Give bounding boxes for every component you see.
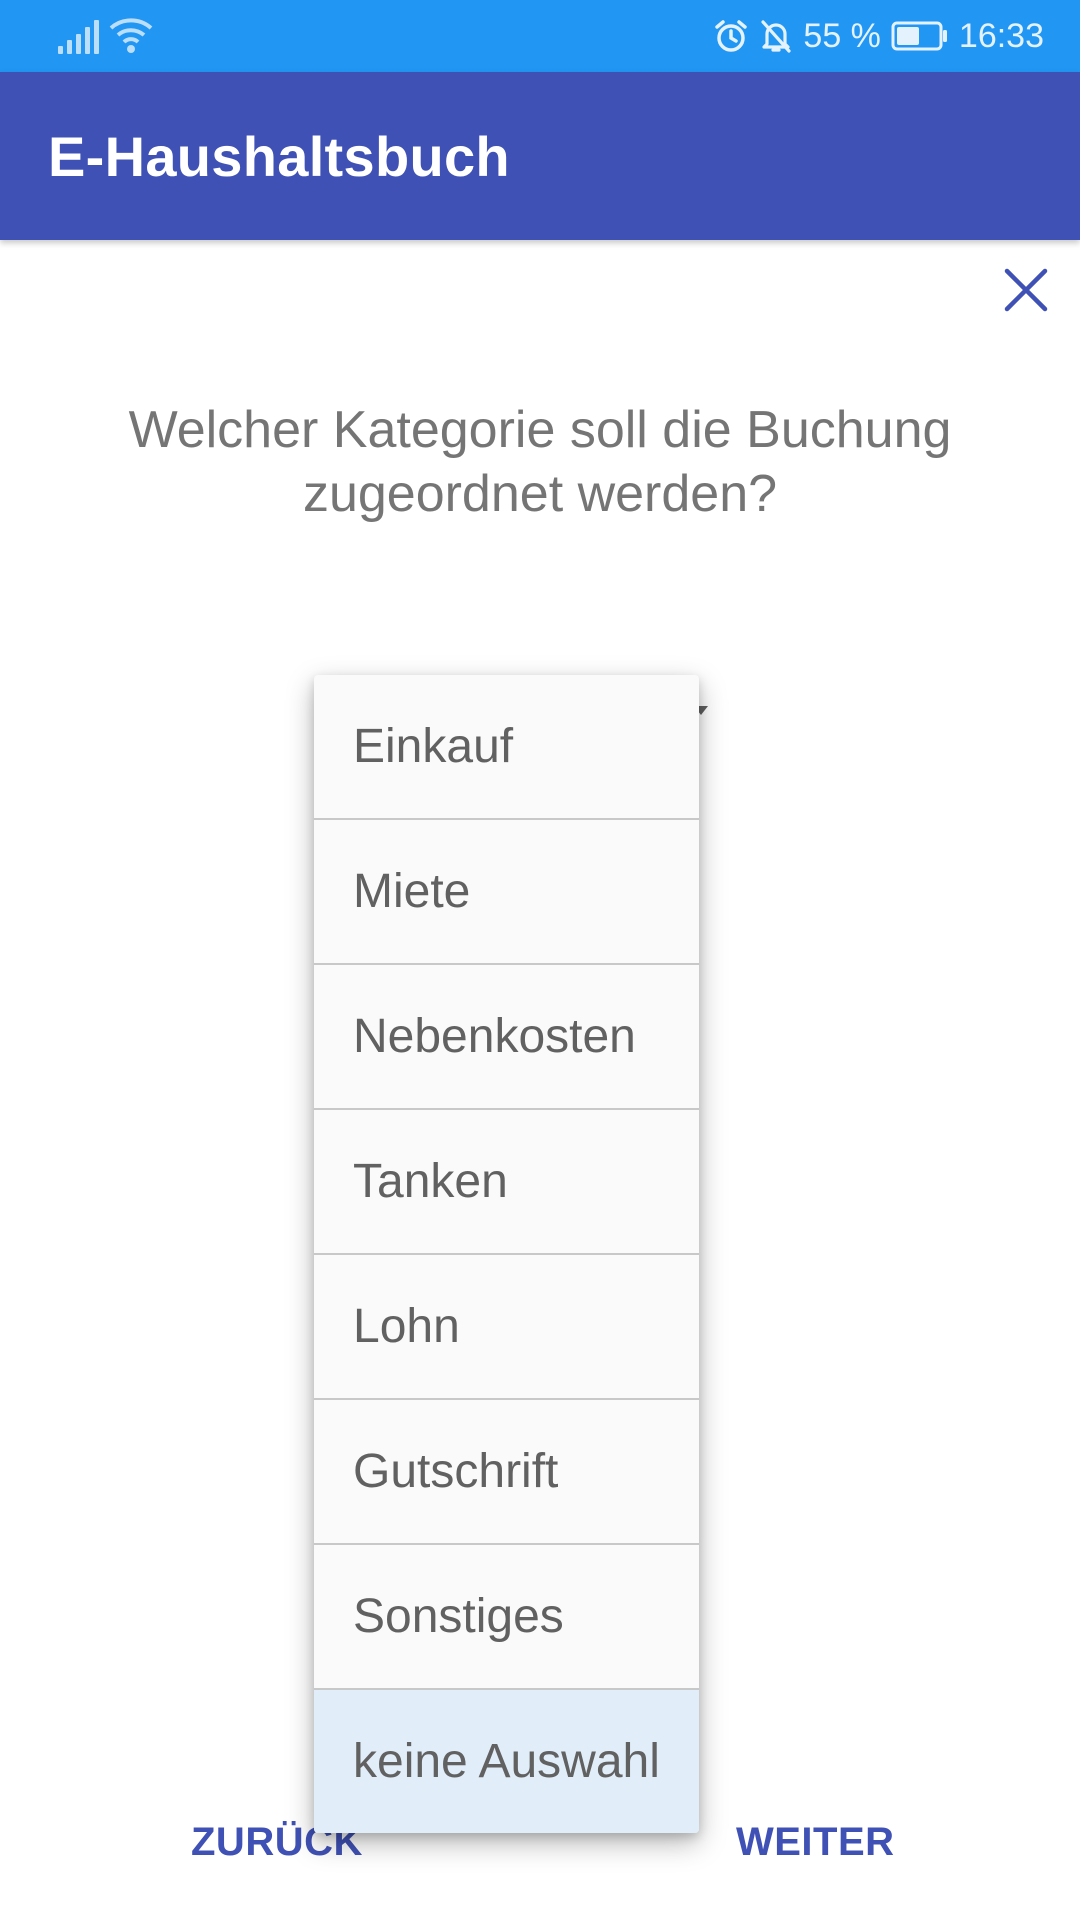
wifi-icon bbox=[109, 18, 153, 53]
dropdown-item-tanken[interactable]: Tanken bbox=[314, 1110, 699, 1255]
status-bar: 55 % 16:33 bbox=[0, 0, 1080, 72]
battery-icon bbox=[891, 21, 947, 51]
battery-percent: 55 % bbox=[803, 16, 881, 55]
category-question: Welcher Kategorie soll die Buchung zugeo… bbox=[128, 401, 952, 523]
status-right: 55 % 16:33 bbox=[713, 0, 1044, 72]
close-button[interactable] bbox=[998, 262, 1054, 318]
app-bar: E-Haushaltsbuch bbox=[0, 72, 1080, 240]
alarm-icon bbox=[715, 20, 748, 52]
category-dropdown[interactable]: Einkauf Miete Nebenkosten Tanken Lohn Gu… bbox=[314, 675, 699, 1833]
next-button[interactable]: WEITER bbox=[736, 1820, 895, 1880]
dropdown-item-gutschrift[interactable]: Gutschrift bbox=[314, 1400, 699, 1545]
notifications-off-icon bbox=[761, 20, 792, 53]
dropdown-item-einkauf[interactable]: Einkauf bbox=[314, 675, 699, 820]
dropdown-item-lohn[interactable]: Lohn bbox=[314, 1255, 699, 1400]
dropdown-item-miete[interactable]: Miete bbox=[314, 820, 699, 965]
app-title: E-Haushaltsbuch bbox=[48, 125, 510, 188]
status-time: 16:33 bbox=[958, 16, 1044, 55]
dropdown-item-nebenkosten[interactable]: Nebenkosten bbox=[314, 965, 699, 1110]
dropdown-item-keine-auswahl[interactable]: keine Auswahl bbox=[314, 1690, 699, 1833]
status-left bbox=[58, 16, 153, 54]
signal-icon bbox=[58, 18, 99, 54]
close-icon bbox=[1004, 268, 1048, 312]
dropdown-item-sonstiges[interactable]: Sonstiges bbox=[314, 1545, 699, 1690]
